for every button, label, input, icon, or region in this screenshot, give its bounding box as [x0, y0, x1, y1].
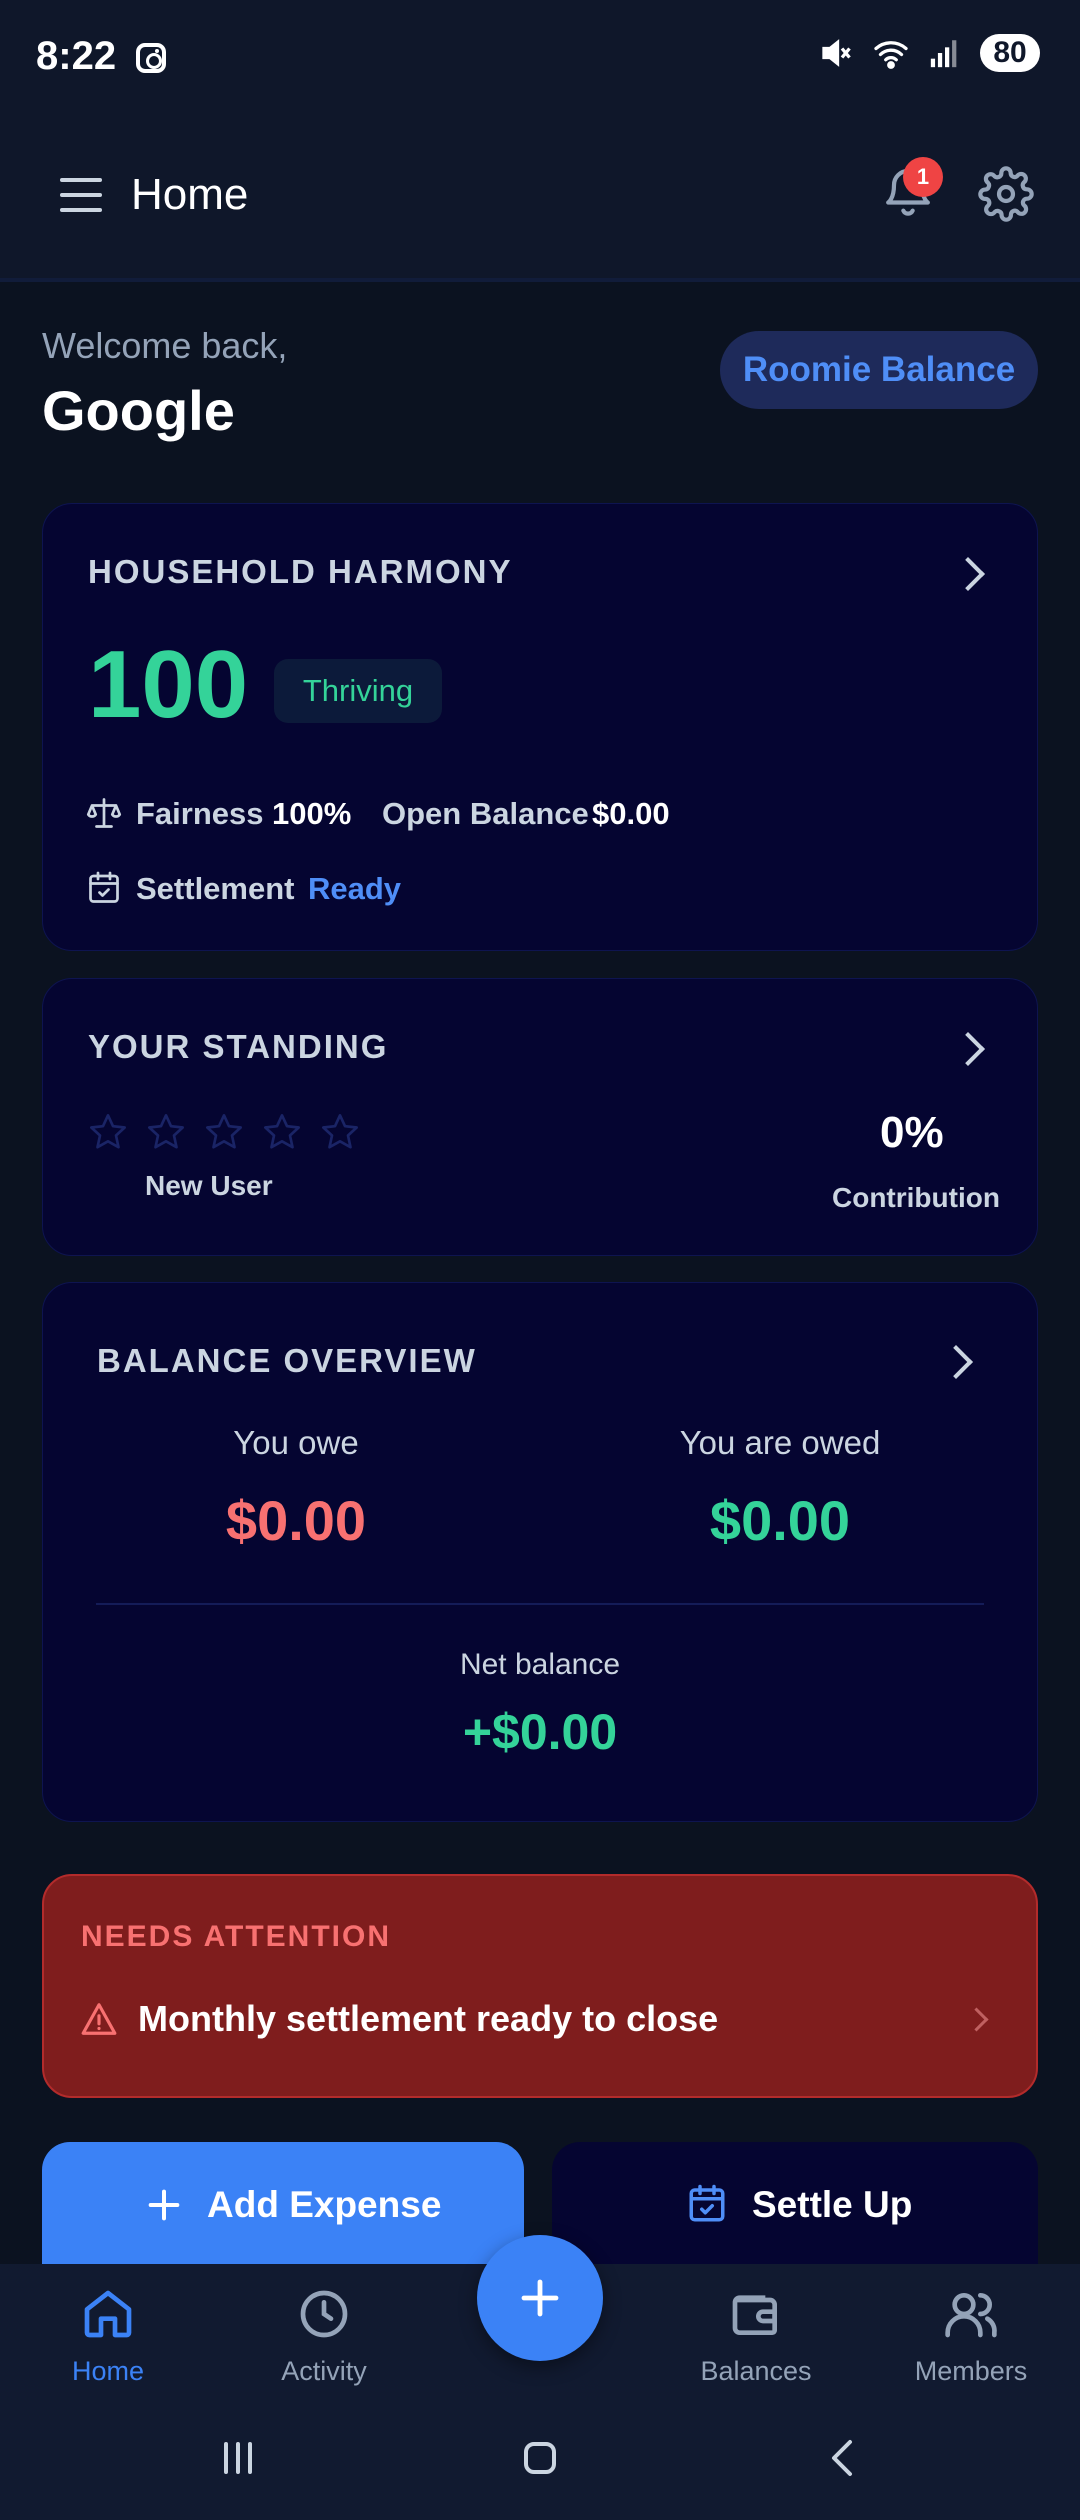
plus-icon [521, 2279, 559, 2317]
you-are-owed-label: You are owed [679, 1424, 881, 1461]
harmony-score: 100 [88, 631, 249, 738]
add-fab-button[interactable] [477, 2235, 603, 2361]
back-icon[interactable] [820, 2434, 868, 2482]
plus-icon [148, 2189, 180, 2221]
nav-home-label: Home [71, 2356, 145, 2386]
users-icon [945, 2293, 997, 2338]
instagram-icon [136, 43, 166, 73]
star-icon [148, 1114, 185, 1149]
nav-activity-label: Activity [281, 2356, 367, 2386]
gear-icon[interactable] [978, 166, 1034, 222]
status-badge: Thriving [274, 659, 442, 723]
contribution-label: Contribution [832, 1182, 1000, 1213]
star-icon [90, 1114, 126, 1149]
wifi-icon [874, 41, 908, 69]
home-nav-icon[interactable] [516, 2434, 564, 2482]
status-icons: 80 [818, 34, 1040, 72]
standing-heading: YOUR STANDING [88, 1028, 389, 1065]
calendar-check-icon [89, 871, 119, 903]
recent-apps-icon[interactable] [214, 2434, 262, 2482]
notification-badge: 1 [903, 157, 943, 197]
user-name: Google [42, 379, 235, 442]
nav-members[interactable]: Members [891, 2286, 1051, 2387]
fairness-label: Fairness [136, 796, 264, 831]
open-balance-value: $0.00 [592, 796, 670, 831]
battery-indicator: 80 [980, 34, 1040, 72]
scale-icon [86, 798, 122, 828]
you-are-owed-value: $0.00 [709, 1489, 851, 1552]
mute-icon [822, 39, 851, 67]
you-owe-value: $0.00 [225, 1489, 367, 1552]
settlement-label: Settlement [136, 871, 295, 906]
rank-label: New User [145, 1170, 273, 1201]
roomie-balance-pill[interactable]: Roomie Balance [720, 331, 1038, 409]
clock-icon [300, 2290, 348, 2338]
fairness-value: 100% [272, 796, 352, 831]
harmony-heading: HOUSEHOLD HARMONY [88, 553, 513, 590]
nav-home[interactable]: Home [28, 2286, 188, 2387]
nav-activity[interactable]: Activity [244, 2286, 404, 2387]
welcome-text: Welcome back, [42, 325, 288, 366]
attention-message: Monthly settlement ready to close [138, 1998, 719, 2039]
attention-heading: NEEDS ATTENTION [81, 1920, 392, 1953]
needs-attention-card[interactable] [42, 1874, 1038, 2098]
nav-balances[interactable]: Balances [676, 2286, 836, 2387]
home-icon [84, 2290, 132, 2338]
page-title: Home [131, 170, 249, 219]
nav-balances-label: Balances [700, 2356, 812, 2386]
wallet-icon [732, 2295, 777, 2335]
star-icon [206, 1114, 243, 1149]
settlement-value: Ready [308, 871, 402, 906]
warning-icon [81, 2003, 117, 2035]
star-icon [264, 1114, 300, 1149]
nav-members-label: Members [914, 2356, 1028, 2386]
contribution-value: 0% [880, 1108, 944, 1157]
net-balance-label: Net balance [459, 1648, 621, 1681]
net-balance-value: +$0.00 [462, 1704, 618, 1760]
star-icon [322, 1114, 358, 1149]
add-expense-label: Add Expense [207, 2184, 442, 2225]
divider [96, 1603, 984, 1605]
status-time: 8:22 [36, 34, 117, 78]
you-owe-label: You owe [233, 1424, 359, 1461]
balance-heading: BALANCE OVERVIEW [97, 1342, 477, 1379]
settle-up-label: Settle Up [752, 2184, 913, 2225]
open-balance-label: Open Balance [382, 796, 589, 831]
calendar-check-icon [689, 2184, 725, 2222]
menu-icon[interactable] [60, 178, 102, 214]
signal-icon [930, 40, 957, 68]
rating-stars [88, 1112, 360, 1152]
